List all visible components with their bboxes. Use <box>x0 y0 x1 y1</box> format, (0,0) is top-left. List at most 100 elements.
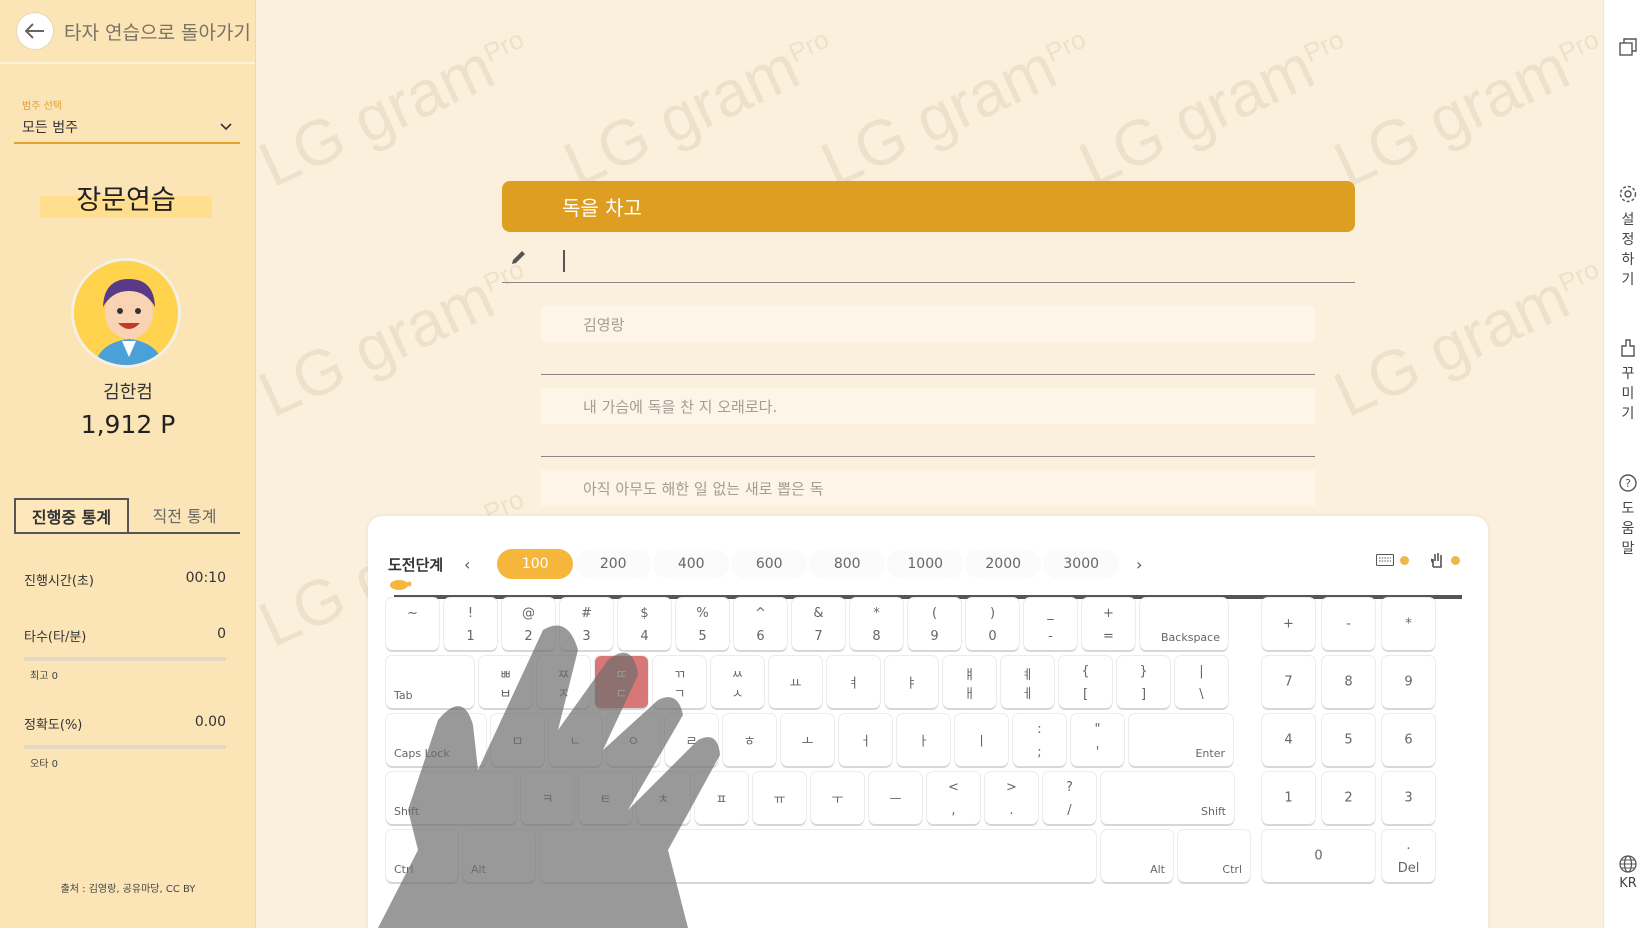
right-ctrl-key[interactable]: Ctrl <box>1178 830 1250 882</box>
key[interactable]: ㅠ <box>753 772 806 824</box>
key[interactable]: #3 <box>560 598 613 650</box>
level-800[interactable]: 800 <box>809 549 886 579</box>
key[interactable]: ㅎ <box>723 714 776 766</box>
numpad-key[interactable]: 6 <box>1382 714 1435 766</box>
right-shift-key[interactable]: Shift <box>1101 772 1234 824</box>
numpad-key[interactable]: 4 <box>1262 714 1315 766</box>
caps-lock-key[interactable]: Caps Lock <box>386 714 486 766</box>
hand-toggle-dot[interactable] <box>1451 555 1460 565</box>
numpad-key[interactable]: 2 <box>1322 772 1375 824</box>
numpad-key[interactable]: 7 <box>1262 656 1315 708</box>
key[interactable]: _ - <box>1024 598 1077 650</box>
key[interactable]: + = <box>1082 598 1135 650</box>
level-600[interactable]: 600 <box>731 549 808 579</box>
key-label: ) <box>989 606 996 621</box>
help-button[interactable]: ? 도움말 <box>1604 473 1651 559</box>
hand-icon[interactable] <box>1429 552 1445 568</box>
key[interactable]: (9 <box>908 598 961 650</box>
level-2000[interactable]: 2000 <box>965 549 1042 579</box>
key[interactable]: ㅋ <box>521 772 574 824</box>
key[interactable]: @2 <box>502 598 555 650</box>
key[interactable]: ㅣ <box>955 714 1008 766</box>
level-1000[interactable]: 1000 <box>887 549 964 579</box>
key[interactable]: ㅏ <box>897 714 950 766</box>
tab-current-stats[interactable]: 진행중 통계 <box>14 498 129 532</box>
enter-key[interactable]: Enter <box>1129 714 1233 766</box>
key[interactable]: ! 1 <box>444 598 497 650</box>
right-alt-key[interactable]: Alt <box>1101 830 1173 882</box>
numpad-key[interactable]: 1 <box>1262 772 1315 824</box>
key[interactable]: ㅊ <box>637 772 690 824</box>
key[interactable]: ㅓ <box>839 714 892 766</box>
language-button[interactable]: KR <box>1604 854 1651 891</box>
numpad-del-key[interactable]: . Del <box>1382 830 1435 882</box>
key[interactable]: ㅉㅈ <box>537 656 590 708</box>
left-alt-key[interactable]: Alt <box>463 830 535 882</box>
numpad-key[interactable]: 3 <box>1382 772 1435 824</box>
key[interactable]: ㅆㅅ <box>711 656 764 708</box>
key[interactable]: ㅗ <box>781 714 834 766</box>
key[interactable]: ㅌ <box>579 772 632 824</box>
key[interactable]: >. <box>985 772 1038 824</box>
key[interactable]: ㅃㅂ <box>479 656 532 708</box>
key[interactable]: {[ <box>1059 656 1112 708</box>
keyboard-toggle-dot[interactable] <box>1400 555 1409 565</box>
category-select[interactable]: 모든 범주 <box>14 112 240 144</box>
level-200[interactable]: 200 <box>575 549 652 579</box>
backspace-key[interactable]: Backspace <box>1140 598 1228 650</box>
back-row[interactable]: 타자 연습으로 돌아가기 <box>0 0 255 64</box>
key[interactable]: ) 0 <box>966 598 1019 650</box>
left-shift-key[interactable]: Shift <box>386 772 516 824</box>
key[interactable]: " ' <box>1071 714 1124 766</box>
key[interactable]: <, <box>927 772 980 824</box>
numpad-key[interactable]: + <box>1262 598 1315 650</box>
chevron-left-icon[interactable]: ‹ <box>457 555 477 574</box>
key[interactable]: ㅜ <box>811 772 864 824</box>
key[interactable]: }] <box>1117 656 1170 708</box>
key[interactable]: $4 <box>618 598 671 650</box>
key[interactable]: ㅛ <box>769 656 822 708</box>
decorate-button[interactable]: 꾸미기 <box>1604 338 1651 424</box>
typing-input[interactable] <box>502 240 1355 283</box>
keyboard-icon[interactable] <box>1376 554 1394 566</box>
chevron-right-icon[interactable]: › <box>1129 555 1149 574</box>
key[interactable]: ㄸㄷ <box>595 656 648 708</box>
key[interactable]: ㅑ <box>885 656 938 708</box>
numpad-key[interactable]: - <box>1322 598 1375 650</box>
level-100[interactable]: 100 <box>497 549 574 579</box>
key[interactable]: ^ 6 <box>734 598 787 650</box>
key[interactable]: % 5 <box>676 598 729 650</box>
key[interactable]: ㅍ <box>695 772 748 824</box>
key[interactable]: * 8 <box>850 598 903 650</box>
back-label[interactable]: 타자 연습으로 돌아가기 <box>64 18 251 45</box>
settings-button[interactable]: 설정하기 <box>1604 184 1651 290</box>
key[interactable]: ㅁ <box>491 714 544 766</box>
tab-key[interactable]: Tab <box>386 656 474 708</box>
numpad-key[interactable]: 5 <box>1322 714 1375 766</box>
key[interactable]: ㅕ <box>827 656 880 708</box>
key[interactable]: ? / <box>1043 772 1096 824</box>
level-400[interactable]: 400 <box>653 549 730 579</box>
key[interactable]: ㅖㅔ <box>1001 656 1054 708</box>
numpad-zero-key[interactable]: 0 <box>1262 830 1375 882</box>
key[interactable]: | \ <box>1175 656 1228 708</box>
key[interactable]: ㅒㅐ <box>943 656 996 708</box>
back-button[interactable] <box>16 12 54 50</box>
space-key[interactable] <box>540 830 1096 882</box>
tab-previous-stats[interactable]: 직전 통계 <box>129 498 240 532</box>
left-ctrl-key[interactable]: Ctrl <box>386 830 458 882</box>
key[interactable]: :; <box>1013 714 1066 766</box>
window-button[interactable] <box>1604 38 1651 56</box>
key[interactable]: ㄴ <box>549 714 602 766</box>
key-label: - <box>1048 629 1053 644</box>
key[interactable]: ㅇ <box>607 714 660 766</box>
key[interactable]: ㅡ <box>869 772 922 824</box>
key[interactable]: ~ <box>386 598 439 650</box>
numpad-key[interactable]: 9 <box>1382 656 1435 708</box>
key[interactable]: & 7 <box>792 598 845 650</box>
numpad-key[interactable]: * <box>1382 598 1435 650</box>
numpad-key[interactable]: 8 <box>1322 656 1375 708</box>
key[interactable]: ㄹ <box>665 714 718 766</box>
level-3000[interactable]: 3000 <box>1043 549 1120 579</box>
key[interactable]: ㄲㄱ <box>653 656 706 708</box>
